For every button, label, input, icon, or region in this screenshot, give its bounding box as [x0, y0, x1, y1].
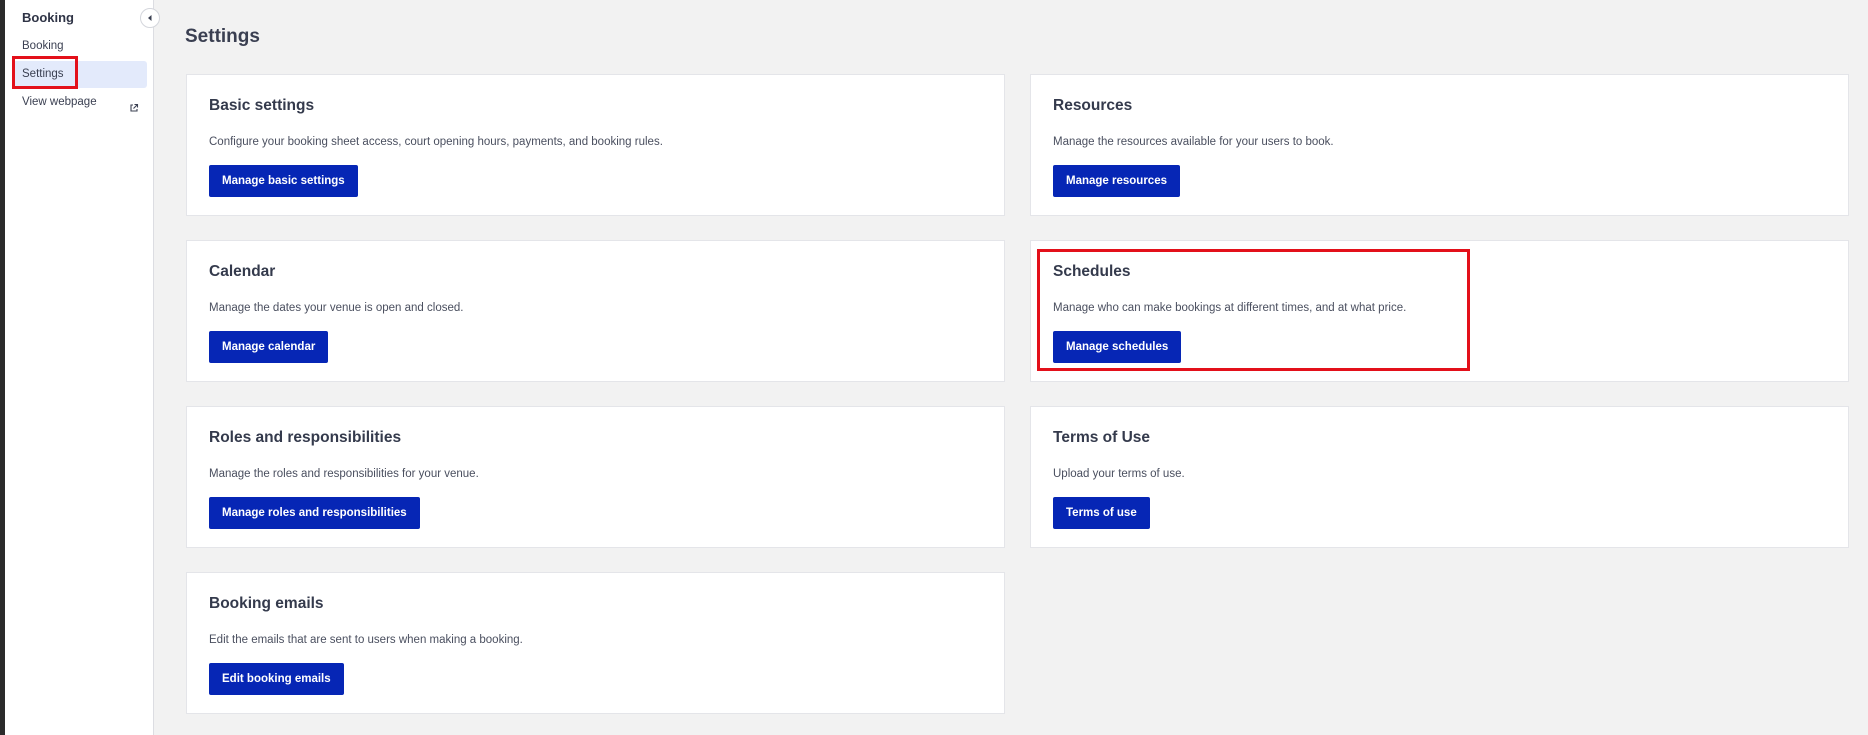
sidebar: Booking Booking Settings View webpage: [5, 0, 154, 735]
card-description: Manage the dates your venue is open and …: [209, 302, 464, 314]
card-title: Terms of Use: [1053, 429, 1151, 446]
card-description: Configure your booking sheet access, cou…: [209, 136, 663, 148]
card-description: Manage the resources available for your …: [1053, 136, 1334, 148]
collapse-sidebar-button[interactable]: [140, 8, 160, 28]
card-schedules: Schedules Manage who can make bookings a…: [1030, 240, 1849, 382]
sidebar-item-settings[interactable]: Settings: [13, 61, 147, 88]
card-title: Calendar: [209, 263, 276, 280]
manage-calendar-button[interactable]: Manage calendar: [209, 331, 329, 363]
external-link-icon: [129, 97, 139, 124]
card-description: Edit the emails that are sent to users w…: [209, 634, 523, 646]
card-title: Basic settings: [209, 97, 315, 114]
card-title: Schedules: [1053, 263, 1131, 280]
manage-roles-and-responsibilities-button[interactable]: Manage roles and responsibilities: [209, 497, 420, 529]
card-resources: Resources Manage the resources available…: [1030, 74, 1849, 216]
card-description: Manage the roles and responsibilities fo…: [209, 468, 479, 480]
manage-resources-button[interactable]: Manage resources: [1053, 165, 1180, 197]
manage-basic-settings-button[interactable]: Manage basic settings: [209, 165, 358, 197]
card-title: Resources: [1053, 97, 1133, 114]
sidebar-item-label: Settings: [22, 68, 64, 80]
sidebar-item-booking[interactable]: Booking: [13, 33, 147, 60]
manage-schedules-button[interactable]: Manage schedules: [1053, 331, 1182, 363]
card-description: Upload your terms of use.: [1053, 468, 1185, 480]
sidebar-item-label: Booking: [22, 40, 64, 52]
edit-booking-emails-button[interactable]: Edit booking emails: [209, 663, 344, 695]
card-roles-and-responsibilities: Roles and responsibilities Manage the ro…: [186, 406, 1005, 548]
page-title: Settings: [185, 26, 260, 47]
terms-of-use-button[interactable]: Terms of use: [1053, 497, 1150, 529]
card-booking-emails: Booking emails Edit the emails that are …: [186, 572, 1005, 714]
sidebar-item-label: View webpage: [22, 96, 97, 108]
card-terms-of-use: Terms of Use Upload your terms of use. T…: [1030, 406, 1849, 548]
card-title: Roles and responsibilities: [209, 429, 402, 446]
card-basic-settings: Basic settings Configure your booking sh…: [186, 74, 1005, 216]
card-calendar: Calendar Manage the dates your venue is …: [186, 240, 1005, 382]
card-description: Manage who can make bookings at differen…: [1053, 302, 1407, 314]
sidebar-title: Booking: [22, 10, 74, 25]
sidebar-item-view-webpage[interactable]: View webpage: [13, 89, 147, 116]
card-title: Booking emails: [209, 595, 324, 612]
chevron-left-icon: [146, 14, 154, 22]
